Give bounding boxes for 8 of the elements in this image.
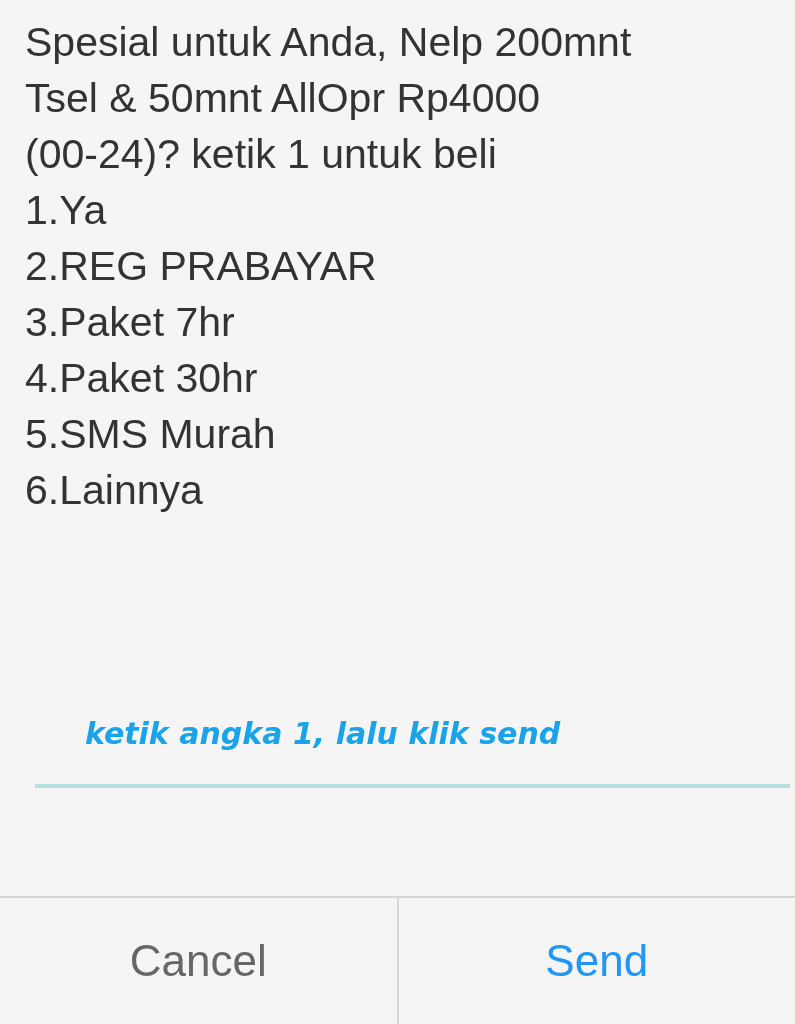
message-text: Spesial untuk Anda, Nelp 200mnt Tsel & 50mnt AllOpr Rp4000 (00-24)? ketik 1 untuk beli (25, 18, 633, 179)
menu-option: 3.Paket 7hr (25, 294, 235, 350)
menu-option: 2.REG PRABAYAR (25, 238, 377, 294)
annotation-text: ketik angka 1, lalu klik send (85, 716, 561, 751)
menu-option: 4.Paket 30hr (25, 350, 258, 406)
menu-option: 1.Ya (25, 182, 107, 238)
menu-option: 6.Lainnya (25, 462, 203, 518)
menu-option: 5.SMS Murah (25, 406, 276, 462)
